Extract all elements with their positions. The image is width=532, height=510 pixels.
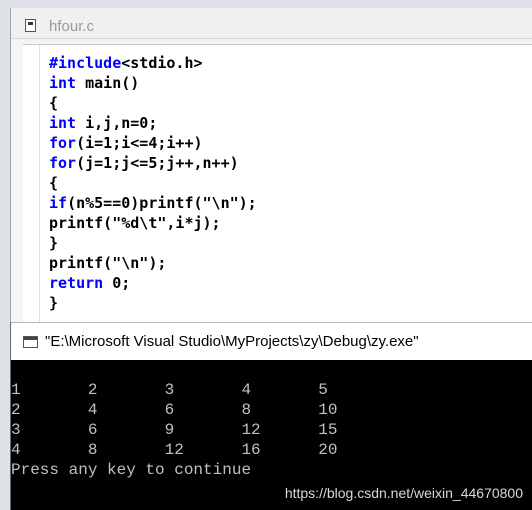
- code-keyword: for: [49, 134, 77, 152]
- console-line: Press any key to continue: [11, 461, 252, 479]
- code-text-segment: printf("\n");: [49, 254, 167, 272]
- console-output: 1 2 3 4 5 2 4 6 8 10 3 6 9 12 15 4 8 12 16 …: [11, 380, 337, 480]
- code-text-segment: i,j,n=0;: [76, 114, 158, 132]
- code-line: {: [49, 173, 257, 193]
- code-line: int i,j,n=0;: [49, 113, 257, 133]
- code-keyword: return: [49, 274, 104, 292]
- watermark-text: https://blog.csdn.net/weixin_44670800: [284, 485, 523, 501]
- code-line: if(n%5==0)printf("\n");: [49, 193, 257, 213]
- code-line: for(i=1;i<=4;i++): [49, 133, 257, 153]
- code-line: printf("%d\t",i*j);: [49, 213, 257, 233]
- code-line: int main(): [49, 73, 257, 93]
- console-app-icon: [23, 336, 38, 348]
- code-text-segment: {: [49, 94, 59, 112]
- file-icon: [25, 19, 36, 32]
- console-line: 1 2 3 4 5: [11, 381, 328, 399]
- code-text-segment: {: [49, 174, 59, 192]
- code-text-segment: (j=1;j<=5;j++,n++): [76, 154, 239, 172]
- code-text-segment: main(): [76, 74, 140, 92]
- console-line: 2 4 6 8 10: [11, 401, 338, 419]
- code-line: for(j=1;j<=5;j++,n++): [49, 153, 257, 173]
- code-line: printf("\n");: [49, 253, 257, 273]
- code-line: }: [49, 293, 257, 313]
- code-text-segment: }: [49, 294, 59, 312]
- code-text-segment: (n%5==0)printf("\n");: [67, 194, 257, 212]
- code-keyword: int: [49, 114, 77, 132]
- code-keyword: int: [49, 74, 77, 92]
- code-editor[interactable]: #include<stdio.h> int main(){int i,j,n=0;…: [23, 44, 532, 329]
- console-line: 3 6 9 12 15: [11, 421, 338, 439]
- console-title-bar[interactable]: "E:\Microsoft Visual Studio\MyProjects\z…: [11, 322, 532, 360]
- code-text[interactable]: #include<stdio.h> int main(){int i,j,n=0;…: [49, 53, 257, 313]
- console-title: "E:\Microsoft Visual Studio\MyProjects\z…: [45, 333, 419, 350]
- code-text-segment: <stdio.h>: [121, 54, 203, 72]
- code-line: #include<stdio.h>: [49, 53, 257, 73]
- code-text-segment: }: [49, 234, 59, 252]
- code-keyword: for: [49, 154, 77, 172]
- code-keyword: #include: [49, 54, 122, 72]
- editor-title: hfour.c: [49, 18, 95, 35]
- code-line: }: [49, 233, 257, 253]
- code-text-segment: 0;: [103, 274, 131, 292]
- editor-title-bar[interactable]: hfour.c: [11, 8, 532, 39]
- console-window: "E:\Microsoft Visual Studio\MyProjects\z…: [10, 322, 532, 510]
- console-line: 4 8 12 16 20: [11, 441, 338, 459]
- gutter-line: [39, 45, 40, 329]
- editor-window: hfour.c #include<stdio.h> int main(){int …: [10, 8, 532, 329]
- code-text-segment: printf("%d\t",i*j);: [49, 214, 221, 232]
- code-line: return 0;: [49, 273, 257, 293]
- code-text-segment: (i=1;i<=4;i++): [76, 134, 203, 152]
- code-line: {: [49, 93, 257, 113]
- code-keyword: if: [49, 194, 68, 212]
